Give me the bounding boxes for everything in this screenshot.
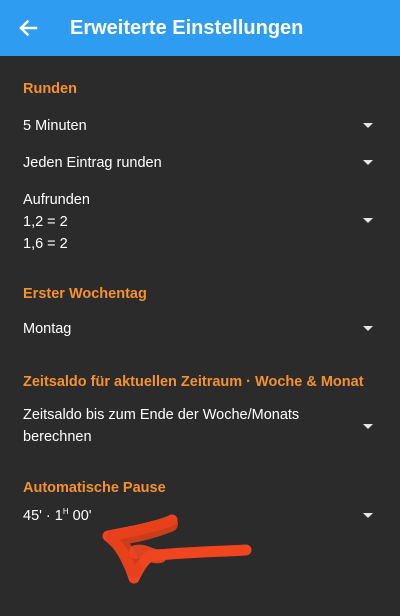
section-header-auto-pause: Automatische Pause <box>23 480 166 496</box>
dropdown-arrow-icon <box>363 424 373 429</box>
auto-pause-value-prefix: 45' · 1 <box>23 508 63 524</box>
arrow-left-icon <box>19 19 38 37</box>
time-balance-line: Zeitsaldo bis zum Ende der Woche/Monats <box>23 407 300 423</box>
auto-pause-value-suffix: 00' <box>68 508 92 524</box>
rounding-interval-select[interactable]: 5 Minuten <box>0 108 400 144</box>
dropdown-arrow-icon <box>363 123 373 128</box>
rounding-interval-value: 5 Minuten <box>23 118 87 134</box>
section-header-rounding: Runden <box>23 81 77 97</box>
rounding-mode-select[interactable]: Jeden Eintrag runden <box>0 145 400 181</box>
first-weekday-select[interactable]: Montag <box>0 311 400 347</box>
back-button[interactable] <box>16 16 40 40</box>
auto-pause-value: 45' · 1H 00' <box>23 507 92 525</box>
dropdown-arrow-icon <box>363 218 373 223</box>
dropdown-arrow-icon <box>363 513 373 518</box>
auto-pause-select[interactable]: 45' · 1H 00' <box>0 498 400 534</box>
rounding-direction-line: Aufrunden <box>23 192 90 208</box>
rounding-mode-value: Jeden Eintrag runden <box>23 155 162 171</box>
rounding-example-line: 1,6 = 2 <box>23 236 68 252</box>
time-balance-select[interactable]: Zeitsaldo bis zum Ende der Woche/Monats … <box>0 402 400 452</box>
time-balance-value: Zeitsaldo bis zum Ende der Woche/Monats … <box>23 404 299 448</box>
page-title: Erweiterte Einstellungen <box>70 17 304 39</box>
dropdown-arrow-icon <box>363 326 373 331</box>
dropdown-arrow-icon <box>363 160 373 165</box>
section-header-first-weekday: Erster Wochentag <box>23 286 147 302</box>
section-header-time-balance: Zeitsaldo für aktuellen Zeitraum · Woche… <box>23 374 364 390</box>
settings-screen: Erweiterte Einstellungen Runden 5 Minute… <box>0 0 400 616</box>
first-weekday-value: Montag <box>23 321 72 337</box>
app-bar: Erweiterte Einstellungen <box>0 0 400 56</box>
time-balance-line: berechnen <box>23 429 92 445</box>
rounding-direction-select[interactable]: Aufrunden 1,2 = 2 1,6 = 2 <box>0 185 400 257</box>
rounding-example-line: 1,2 = 2 <box>23 214 68 230</box>
rounding-direction-value: Aufrunden 1,2 = 2 1,6 = 2 <box>23 189 90 255</box>
